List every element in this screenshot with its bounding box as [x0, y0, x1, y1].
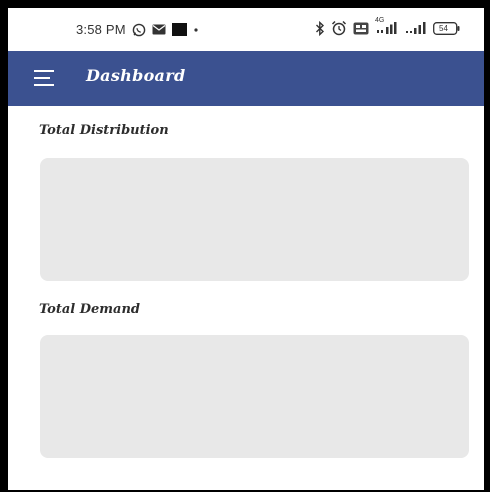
- app-bar: Dashboard: [8, 51, 484, 106]
- section-title-total-distribution: Total Distribution: [39, 123, 169, 138]
- square-icon: [171, 23, 187, 36]
- dot-icon: [193, 27, 199, 33]
- status-right: 4G 54: [315, 17, 460, 36]
- battery-level: 54: [439, 23, 448, 33]
- distribution-chart-card: [40, 158, 469, 281]
- status-time: 3:58 PM: [76, 22, 126, 37]
- status-left: 3:58 PM: [76, 22, 199, 37]
- phone-screen: 3:58 PM 4G 54 Dashboard Total Distributi…: [8, 8, 484, 490]
- menu-button[interactable]: [34, 67, 60, 89]
- signal-icon: [405, 21, 427, 35]
- volte-icon: [353, 22, 369, 35]
- bluetooth-icon: [315, 20, 325, 36]
- section-title-total-demand: Total Demand: [39, 302, 141, 317]
- network-label: 4G: [375, 17, 385, 24]
- demand-chart-card: [40, 335, 469, 458]
- message-icon: [152, 24, 166, 35]
- hamburger-menu-icon: [34, 70, 54, 86]
- alarm-icon: [331, 20, 347, 36]
- status-bar: 3:58 PM 4G 54: [8, 8, 484, 51]
- signal-icon: 4G: [375, 17, 399, 35]
- whatsapp-icon: [132, 23, 146, 37]
- battery-icon: 54: [433, 21, 460, 35]
- device-frame: 3:58 PM 4G 54 Dashboard Total Distributi…: [0, 0, 490, 492]
- page-title: Dashboard: [86, 66, 186, 85]
